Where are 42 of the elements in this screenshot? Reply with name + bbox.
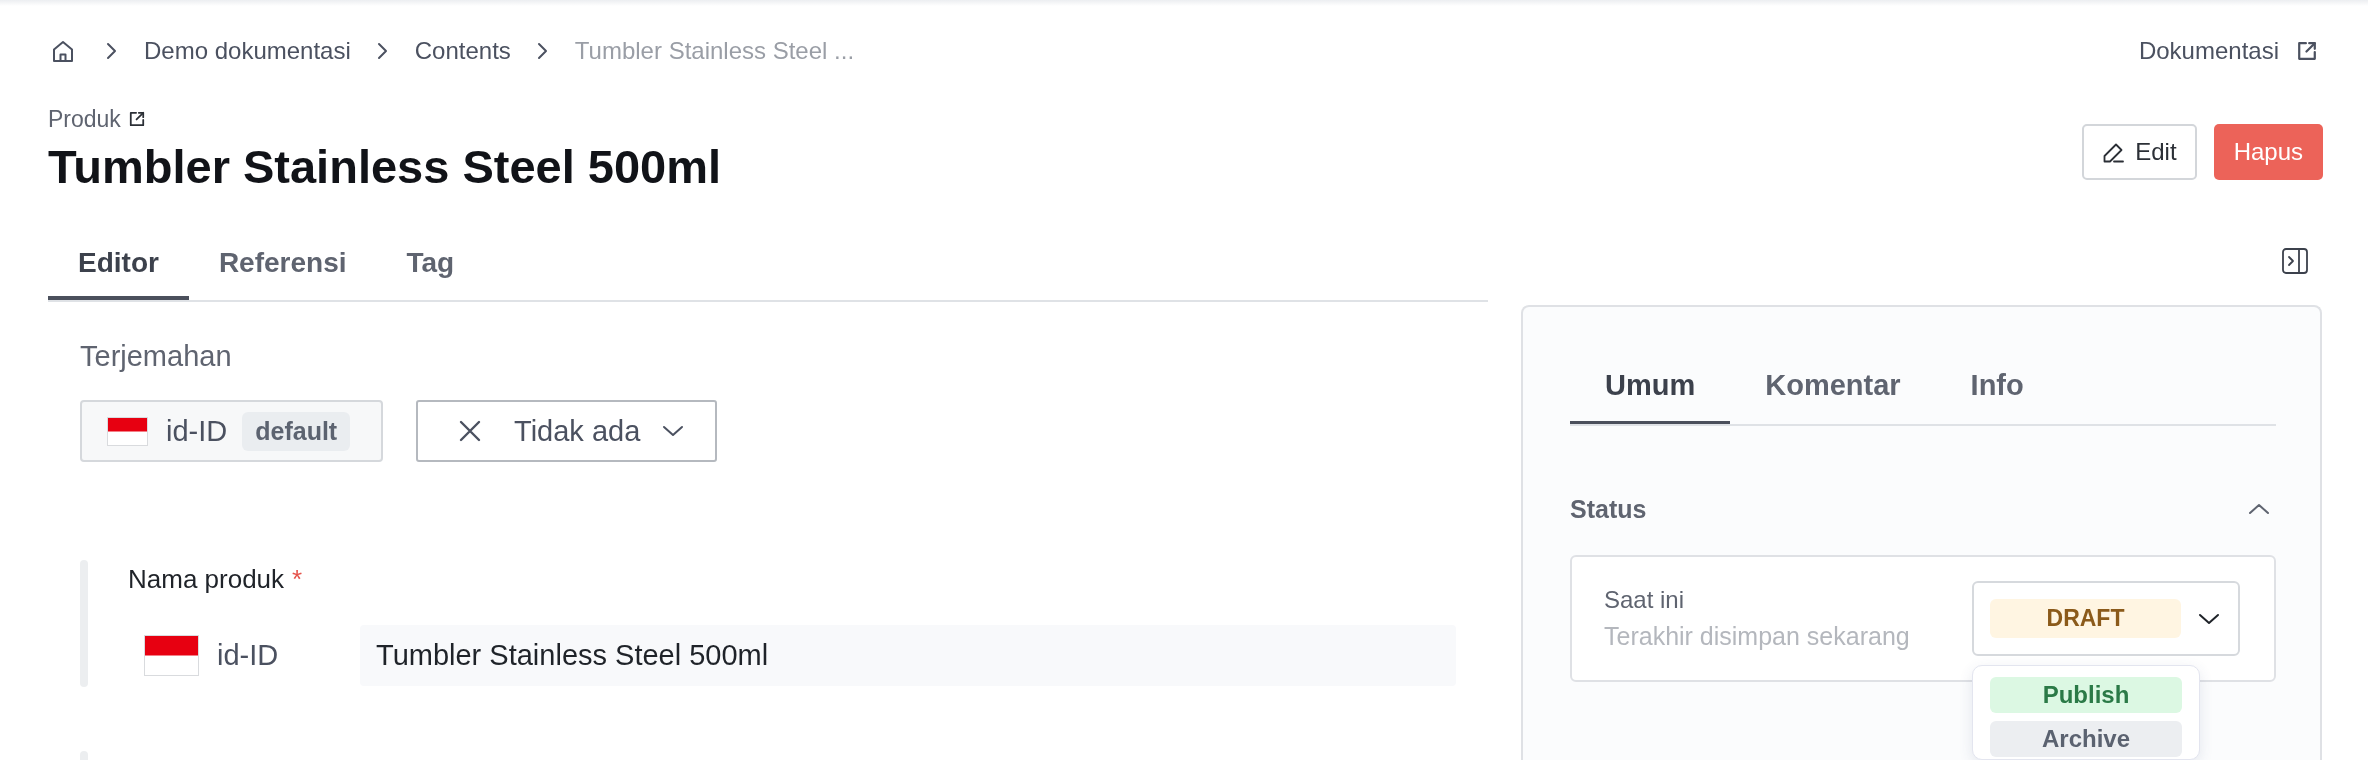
section-label: Terjemahan: [80, 341, 232, 371]
locale-code: id-ID: [217, 639, 279, 672]
status-label: Saat ini: [1604, 585, 1686, 615]
flag-icon: [144, 635, 199, 676]
field-label: Nama produk: [128, 564, 285, 594]
text-input[interactable]: Tumbler Stainless Steel 500ml: [360, 625, 1456, 686]
status-badge: DRAFT: [1990, 599, 2181, 638]
content-type-link[interactable]: Produk: [48, 104, 145, 134]
chevron-down-icon: [662, 425, 685, 437]
tab[interactable]: Info: [1935, 350, 2059, 424]
external-link-icon: [128, 111, 145, 127]
external-link-icon: [2297, 41, 2317, 61]
tab[interactable]: Referensi: [188, 227, 377, 300]
panel-toggle-icon[interactable]: [2282, 248, 2308, 274]
chevron-up-icon[interactable]: [2248, 503, 2270, 515]
breadcrumb-link[interactable]: Contents: [414, 37, 511, 65]
section-heading: Status: [1570, 494, 1647, 524]
tab[interactable]: Komentar: [1730, 350, 1936, 424]
tab[interactable]: Editor: [48, 227, 189, 300]
chevron-right-icon: [536, 42, 548, 60]
tab[interactable]: Tag: [376, 227, 485, 300]
default-badge: default: [242, 411, 351, 451]
tab[interactable]: Umum: [1570, 350, 1731, 424]
status-select[interactable]: DRAFT: [1972, 581, 2240, 656]
status-note: Terakhir disimpan sekarang: [1604, 621, 1910, 651]
docs-link[interactable]: Dokumentasi: [2138, 37, 2317, 65]
chevron-down-icon: [2198, 612, 2220, 625]
locale-select[interactable]: Tidak ada: [416, 400, 717, 462]
locale-code: id-ID: [166, 414, 228, 448]
clear-icon[interactable]: [459, 420, 481, 442]
breadcrumb-current: Tumbler Stainless Steel ...: [574, 37, 855, 65]
menu-option[interactable]: Archive: [1990, 721, 2182, 757]
menu-option[interactable]: Publish: [1990, 677, 2182, 713]
edit-button[interactable]: Edit: [2082, 124, 2197, 180]
required-mark: *: [292, 564, 303, 594]
delete-button[interactable]: Hapus: [2213, 124, 2323, 180]
chevron-right-icon: [376, 42, 388, 60]
flag-icon: [107, 416, 148, 446]
page-title: Tumbler Stainless Steel 500ml: [48, 139, 722, 195]
chevron-right-icon: [106, 42, 117, 60]
home-icon[interactable]: [52, 39, 74, 63]
breadcrumb-link[interactable]: Demo dokumentasi: [144, 37, 351, 65]
